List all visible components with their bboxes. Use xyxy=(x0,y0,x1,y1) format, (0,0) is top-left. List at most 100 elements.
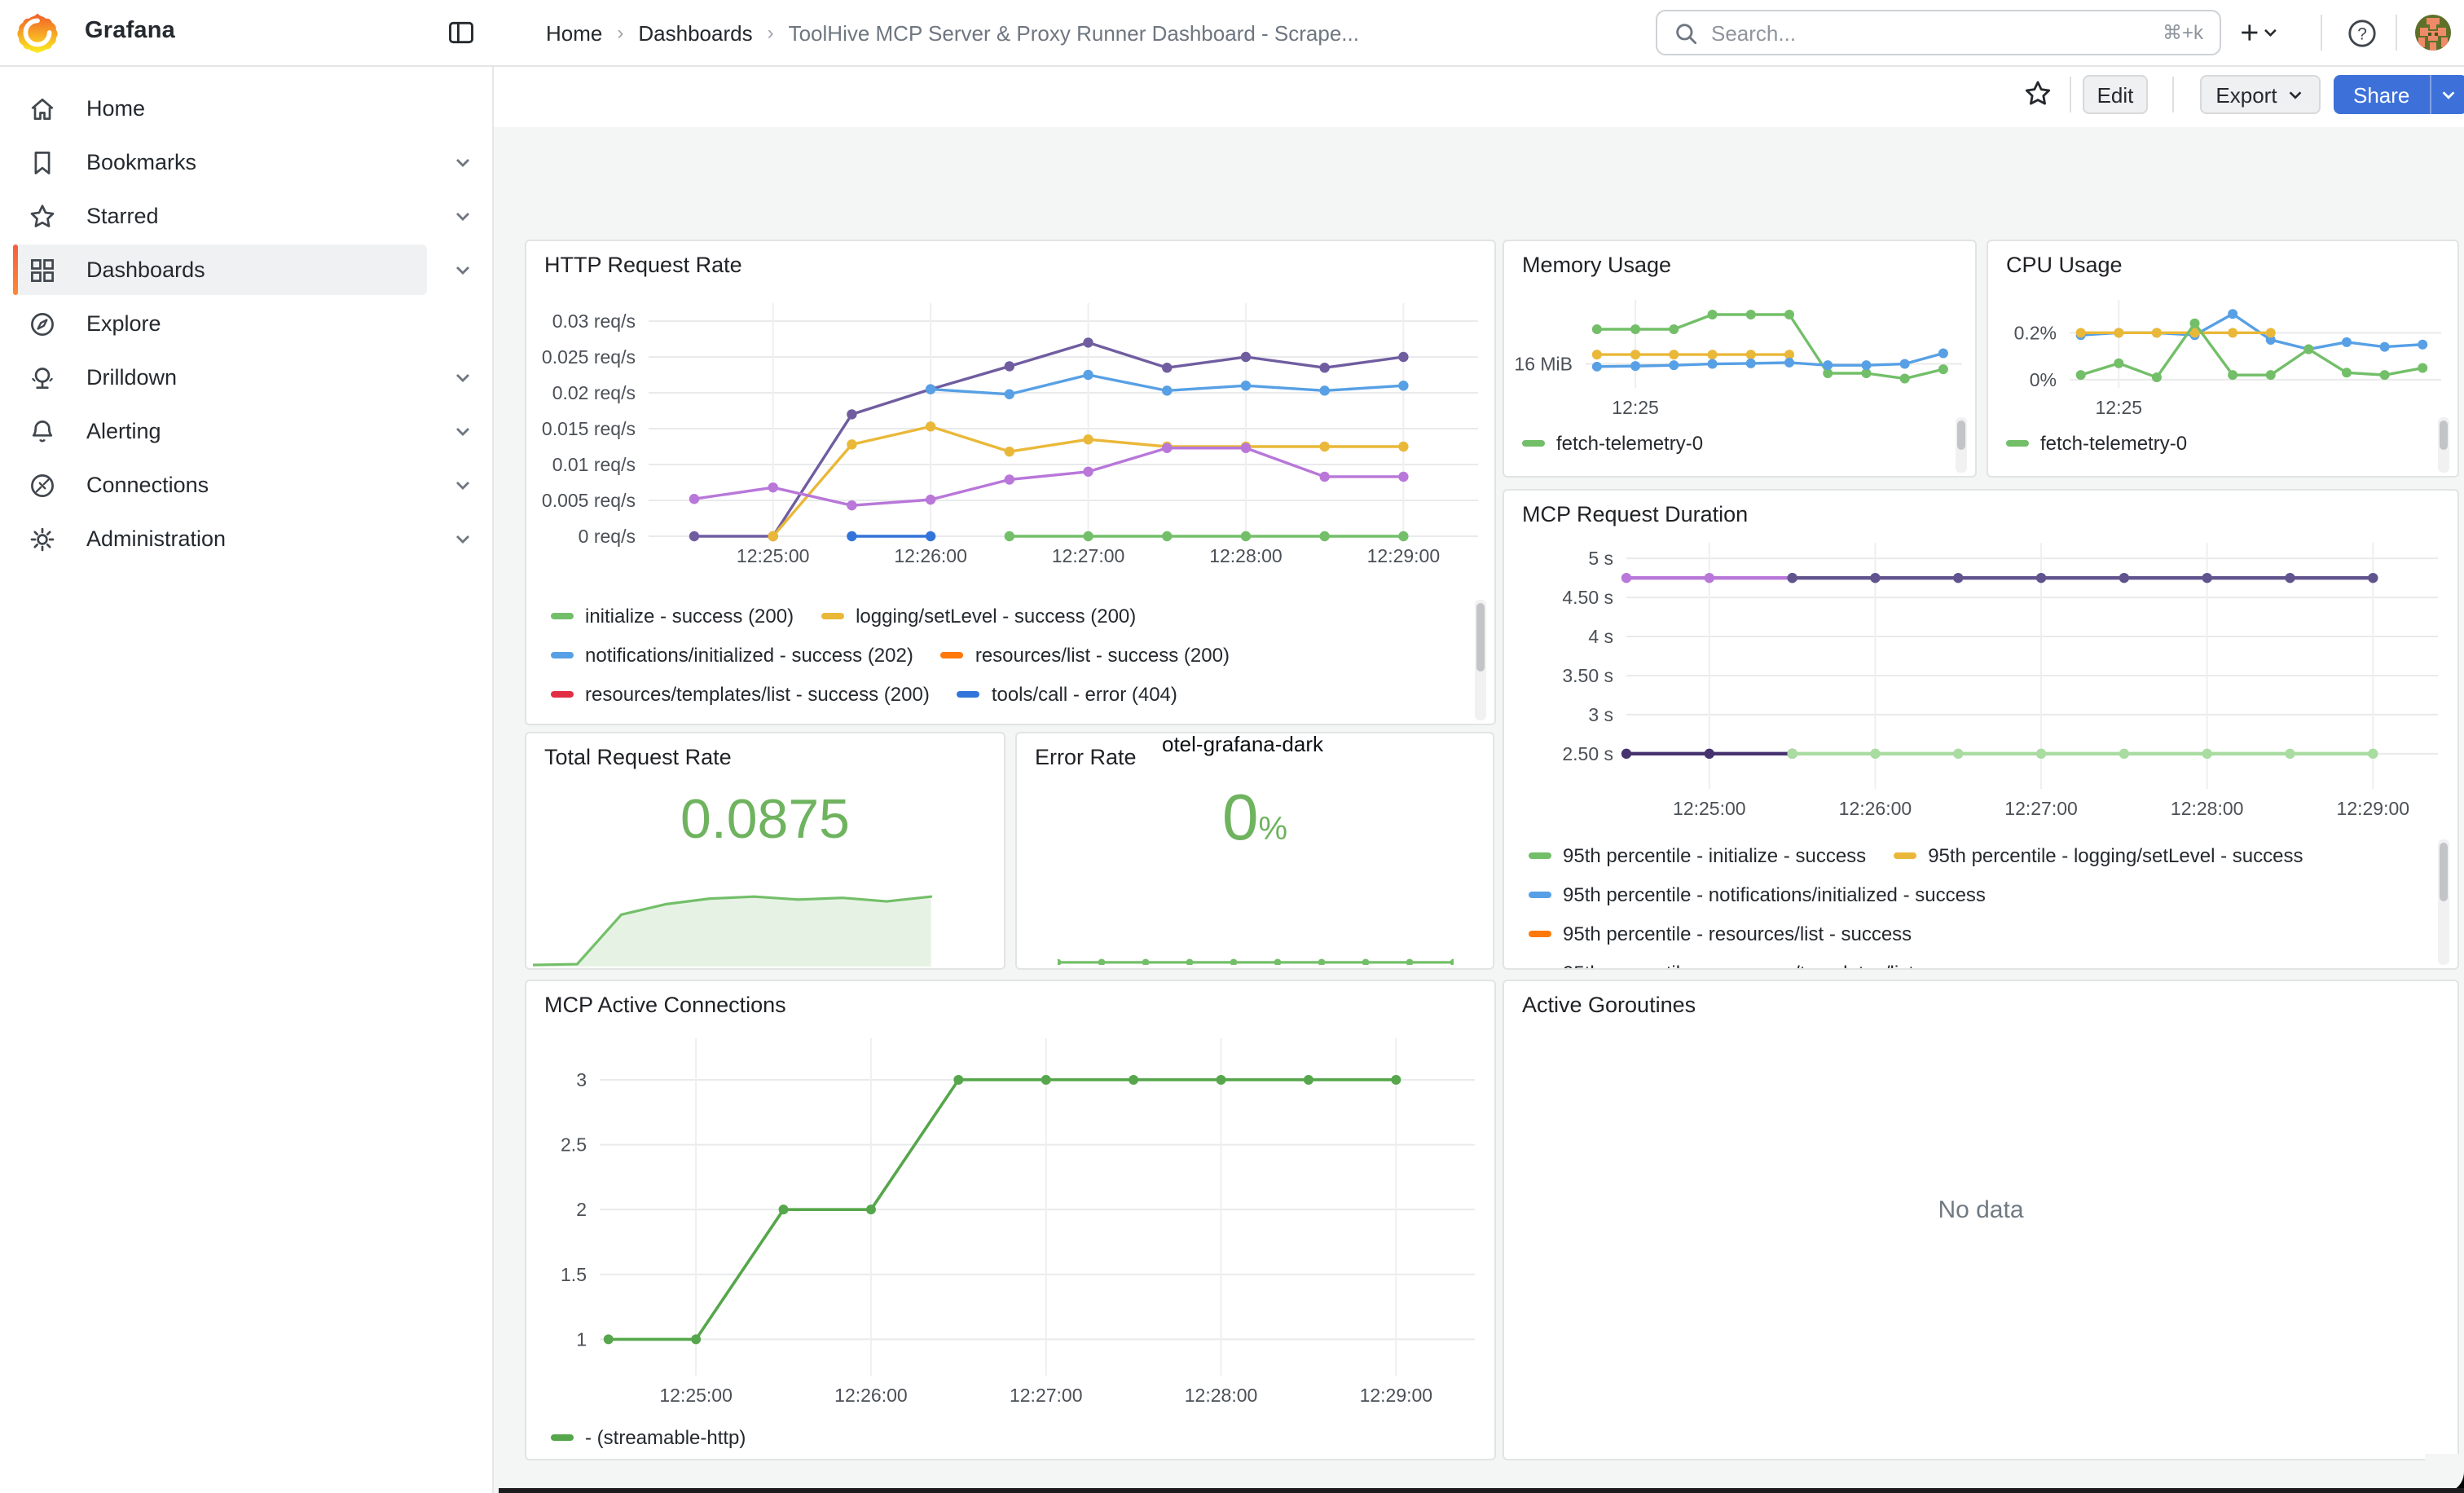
legend-item[interactable]: tools/call - error (404) xyxy=(957,683,1177,706)
search-icon xyxy=(1674,20,1698,45)
sidebar-item-starred[interactable]: Starred xyxy=(0,189,492,243)
chevron-down-icon[interactable] xyxy=(453,421,473,441)
svg-text:0.02 req/s: 0.02 req/s xyxy=(552,382,636,403)
legend-label: fetch-telemetry-0 xyxy=(1556,432,1703,455)
edit-button[interactable]: Edit xyxy=(2083,75,2148,114)
share-dropdown-button[interactable] xyxy=(2429,75,2464,114)
legend-item[interactable]: tools/list - success (200) xyxy=(828,722,1071,724)
legend-scrollbar-thumb[interactable] xyxy=(2440,843,2448,901)
sidebar-item-label: Administration xyxy=(86,526,226,551)
share-button[interactable]: Share xyxy=(2334,75,2429,114)
sidebar-item-administration[interactable]: Administration xyxy=(0,512,492,566)
svg-text:12:26:00: 12:26:00 xyxy=(834,1385,908,1406)
user-avatar[interactable] xyxy=(2415,15,2451,51)
sidebar-item-label: Bookmarks xyxy=(86,150,196,174)
svg-text:12:29:00: 12:29:00 xyxy=(2337,798,2410,819)
legend-item[interactable]: fetch-telemetry-0 xyxy=(1522,432,1703,455)
legend-item[interactable]: 95th percentile - logging/setLevel - suc… xyxy=(1894,844,2303,867)
legend-color-chip xyxy=(1529,931,1551,937)
grafana-logo-icon[interactable] xyxy=(16,11,59,54)
legend-item[interactable]: initialize - success (200) xyxy=(551,605,794,628)
chevron-down-icon[interactable] xyxy=(453,152,473,172)
svg-text:1: 1 xyxy=(576,1328,587,1350)
legend-scrollbar-thumb[interactable] xyxy=(1957,421,1965,450)
breadcrumb-separator: › xyxy=(768,21,774,44)
svg-text:1.5: 1.5 xyxy=(561,1264,587,1285)
panel-title[interactable]: Error Rate xyxy=(1035,745,1137,769)
svg-text:2.50 s: 2.50 s xyxy=(1562,743,1613,764)
chevron-down-icon[interactable] xyxy=(453,206,473,226)
legend-item[interactable]: resources/templates/list - success (200) xyxy=(551,683,930,706)
legend-item[interactable]: notifications/initialized - success (202… xyxy=(551,644,913,667)
sidebar-toggle-icon[interactable] xyxy=(447,18,476,47)
legend-item[interactable]: fetch-telemetry-0 xyxy=(2006,432,2187,455)
help-icon[interactable]: ? xyxy=(2342,13,2381,52)
panel-title[interactable]: Active Goroutines xyxy=(1522,993,1696,1017)
legend-color-chip xyxy=(551,613,574,619)
legend-item[interactable]: tools/call - success (200) xyxy=(551,722,800,724)
chevron-down-icon[interactable] xyxy=(453,260,473,280)
header-divider xyxy=(2396,15,2397,51)
legend-color-chip xyxy=(551,652,574,658)
svg-text:3: 3 xyxy=(576,1069,587,1090)
no-data-message: No data xyxy=(1504,1196,2457,1224)
http-legend: initialize - success (200) logging/setLev… xyxy=(551,597,1473,724)
svg-text:0.01 req/s: 0.01 req/s xyxy=(552,454,636,475)
favorite-star-icon[interactable] xyxy=(2016,72,2058,114)
svg-text:3 s: 3 s xyxy=(1588,704,1613,725)
legend-item[interactable]: resources/list - success (200) xyxy=(941,644,1230,667)
sidebar-item-explore[interactable]: Explore xyxy=(0,297,492,350)
search-input[interactable]: Search... ⌘+k xyxy=(1656,10,2221,55)
breadcrumb-item[interactable]: Home xyxy=(546,20,602,45)
chevron-down-icon[interactable] xyxy=(453,368,473,387)
export-button[interactable]: Export xyxy=(2200,75,2321,114)
sidebar-item-dashboards[interactable]: Dashboards xyxy=(0,243,492,297)
legend-label: fetch-telemetry-0 xyxy=(2040,432,2187,455)
sidebar-item-alerting[interactable]: Alerting xyxy=(0,404,492,458)
grafana-app: Grafana Home›Dashboards›ToolHive MCP Ser… xyxy=(0,0,2464,1493)
sidebar-item-drilldown[interactable]: Drilldown xyxy=(0,350,492,404)
legend-item[interactable]: 95th percentile - initialize - success xyxy=(1529,844,1866,867)
header-divider xyxy=(2321,15,2322,51)
sidebar: Home Bookmarks StarredDashboardsExplore Dri… xyxy=(0,65,494,1493)
chevron-down-icon[interactable] xyxy=(453,475,473,495)
legend-item[interactable]: 95th percentile - resources/list - succe… xyxy=(1529,923,1912,945)
legend-scrollbar-thumb[interactable] xyxy=(1476,603,1485,672)
legend-label: - (streamable-http) xyxy=(585,1426,746,1449)
svg-text:12:25:00: 12:25:00 xyxy=(659,1385,733,1406)
svg-text:16 MiB: 16 MiB xyxy=(1514,354,1573,375)
legend-item[interactable]: - (streamable-http) xyxy=(551,1426,746,1449)
legend-item[interactable]: 95th percentile - resources/templates/li… xyxy=(1529,962,2002,968)
svg-text:12:28:00: 12:28:00 xyxy=(1185,1385,1258,1406)
breadcrumb-item[interactable]: Dashboards xyxy=(638,20,752,45)
svg-text:12:28:00: 12:28:00 xyxy=(1209,545,1283,566)
legend-item[interactable]: unknown - success (200) xyxy=(1100,722,1352,724)
chevron-down-icon xyxy=(2287,86,2305,103)
legend-scrollbar-thumb[interactable] xyxy=(2440,421,2448,450)
legend-color-chip xyxy=(1894,852,1916,859)
apps-icon xyxy=(28,255,57,284)
legend-color-chip xyxy=(1529,892,1551,898)
mcp-active-connections-chart[interactable]: 11.522.5312:25:0012:26:0012:27:0012:28:0… xyxy=(526,981,1494,1459)
total-request-rate-value: 0.0875 xyxy=(526,789,1004,852)
legend-label: resources/templates/list - success (200) xyxy=(585,683,930,706)
sidebar-item-connections[interactable]: Connections xyxy=(0,458,492,512)
plug-icon xyxy=(28,470,57,500)
legend-label: notifications/initialized - success (202… xyxy=(585,644,913,667)
svg-text:0.03 req/s: 0.03 req/s xyxy=(552,310,636,332)
sidebar-item-bookmarks[interactable]: Bookmarks xyxy=(0,135,492,189)
legend-color-chip xyxy=(957,691,980,698)
total-request-rate-sparkline xyxy=(533,839,968,967)
chevron-down-icon[interactable] xyxy=(453,529,473,548)
legend-item[interactable]: 95th percentile - notifications/initiali… xyxy=(1529,883,1986,906)
add-button[interactable] xyxy=(2239,13,2278,52)
legend-label: 95th percentile - logging/setLevel - suc… xyxy=(1928,844,2303,867)
conn-legend: - (streamable-http) xyxy=(551,1418,1463,1460)
sidebar-item-home[interactable]: Home xyxy=(0,81,492,135)
svg-text:?: ? xyxy=(2356,24,2366,43)
legend-item[interactable]: logging/setLevel - success (200) xyxy=(821,605,1136,628)
panel-title[interactable]: Total Request Rate xyxy=(544,745,732,769)
toolbar-divider xyxy=(2070,77,2071,112)
bell-icon xyxy=(28,416,57,446)
sidebar-item-label: Drilldown xyxy=(86,365,177,390)
